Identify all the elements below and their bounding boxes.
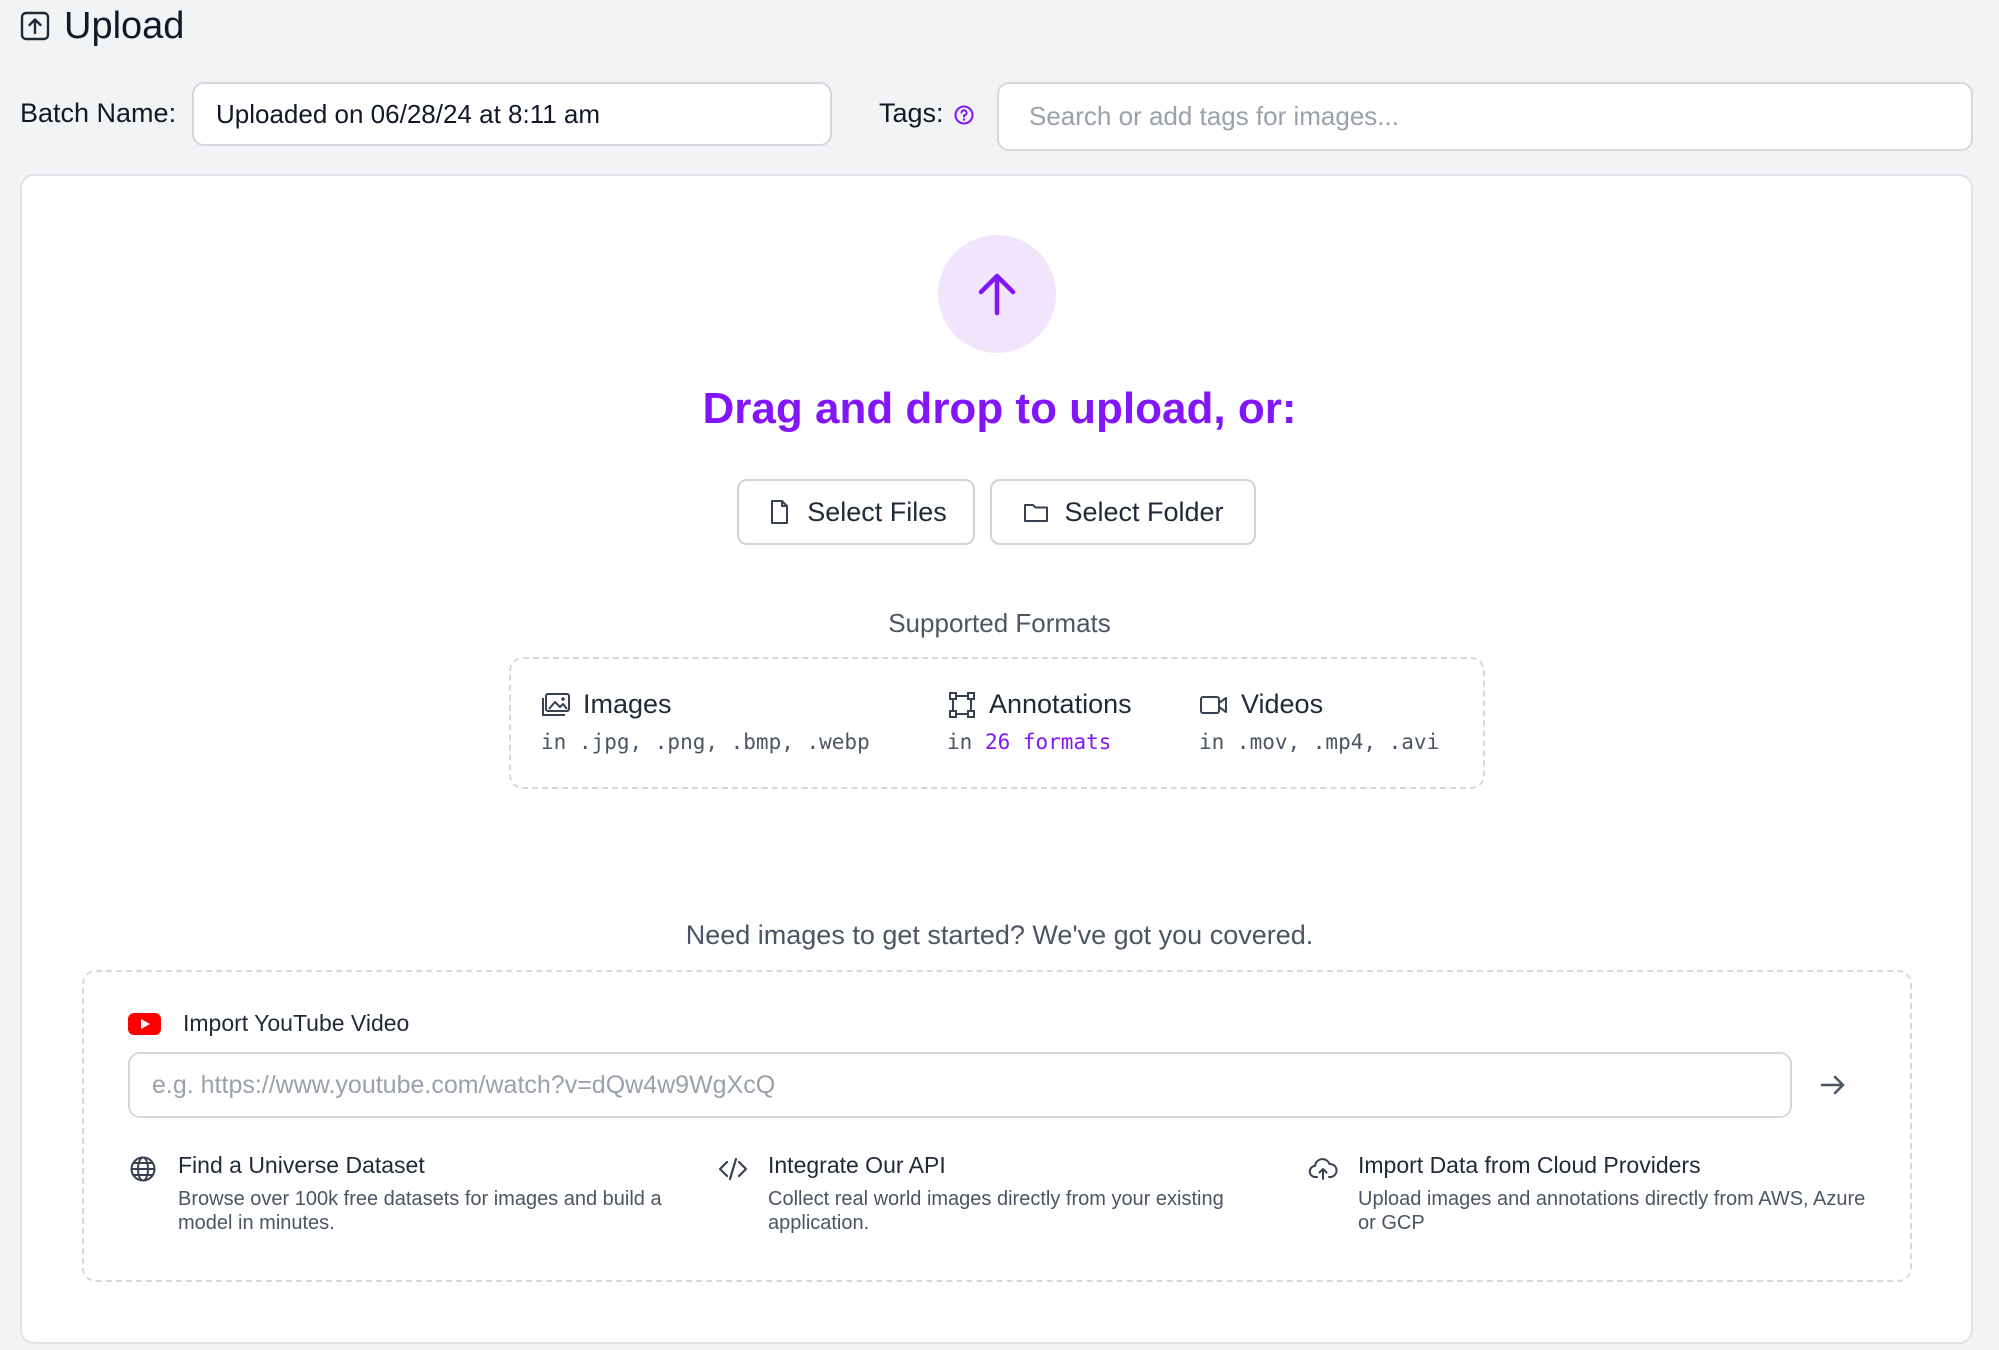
universe-dataset-title: Find a Universe Dataset bbox=[178, 1152, 425, 1178]
bounding-box-icon bbox=[949, 691, 975, 718]
universe-dataset-desc: Browse over 100k free datasets for image… bbox=[178, 1188, 662, 1234]
page-title: Upload bbox=[64, 4, 185, 47]
integrate-api-option[interactable]: Integrate Our API Collect real world ima… bbox=[718, 1152, 1288, 1235]
folder-icon bbox=[1024, 504, 1049, 522]
arrow-right-icon[interactable] bbox=[1816, 1068, 1850, 1102]
arrow-up-icon bbox=[978, 273, 1016, 316]
youtube-import-header: Import YouTube Video bbox=[128, 1010, 409, 1037]
select-folder-label: Select Folder bbox=[1064, 496, 1224, 527]
video-icon bbox=[1200, 695, 1227, 714]
cloud-import-desc: Upload images and annotations directly f… bbox=[1358, 1188, 1866, 1234]
youtube-icon bbox=[128, 1012, 161, 1035]
format-videos: Videos in .mov, .mp4, .avi bbox=[1199, 689, 1439, 754]
format-images-desc: in .jpg, .png, .bmp, .webp bbox=[541, 730, 870, 754]
universe-dataset-option[interactable]: Find a Universe Dataset Browse over 100k… bbox=[128, 1152, 698, 1235]
tags-label: Tags: bbox=[879, 98, 944, 128]
batch-name-input[interactable] bbox=[192, 82, 832, 146]
format-annotations: Annotations in 26 formats bbox=[947, 689, 1132, 754]
tags-search-input[interactable] bbox=[997, 82, 1973, 151]
select-folder-button[interactable]: Select Folder bbox=[990, 479, 1256, 545]
format-annotations-desc: in 26 formats bbox=[947, 730, 1132, 754]
format-images: Images in .jpg, .png, .bmp, .webp bbox=[541, 689, 870, 754]
select-files-button[interactable]: Select Files bbox=[737, 479, 975, 545]
format-annotations-prefix: in bbox=[947, 730, 985, 754]
code-icon bbox=[718, 1157, 748, 1181]
cloud-import-option[interactable]: Import Data from Cloud Providers Upload … bbox=[1308, 1152, 1878, 1235]
file-icon bbox=[771, 500, 789, 524]
integrate-api-title: Integrate Our API bbox=[768, 1152, 946, 1178]
image-icon bbox=[542, 692, 570, 716]
upload-box-icon bbox=[20, 11, 50, 41]
supported-formats-title: Supported Formats bbox=[888, 608, 1111, 638]
batch-name-label: Batch Name: bbox=[20, 98, 177, 128]
page-header: Upload bbox=[20, 4, 184, 48]
drag-drop-headline: Drag and drop to upload, or: bbox=[702, 384, 1297, 433]
cloud-import-title: Import Data from Cloud Providers bbox=[1358, 1152, 1701, 1178]
integrate-api-desc: Collect real world images directly from … bbox=[768, 1188, 1224, 1234]
youtube-import-label: Import YouTube Video bbox=[183, 1010, 410, 1036]
format-annotations-label: Annotations bbox=[989, 689, 1132, 719]
format-videos-desc: in .mov, .mp4, .avi bbox=[1199, 730, 1440, 754]
format-videos-label: Videos bbox=[1241, 689, 1324, 719]
select-files-label: Select Files bbox=[807, 496, 947, 527]
upload-dropzone-icon[interactable] bbox=[938, 235, 1056, 353]
need-images-text: Need images to get started? We've got yo… bbox=[685, 920, 1314, 950]
format-images-label: Images bbox=[583, 689, 672, 719]
help-icon[interactable] bbox=[953, 104, 975, 126]
globe-icon bbox=[130, 1156, 156, 1182]
annotation-formats-link[interactable]: 26 formats bbox=[985, 730, 1111, 754]
cloud-upload-icon bbox=[1308, 1158, 1338, 1180]
youtube-url-input[interactable] bbox=[128, 1052, 1792, 1118]
